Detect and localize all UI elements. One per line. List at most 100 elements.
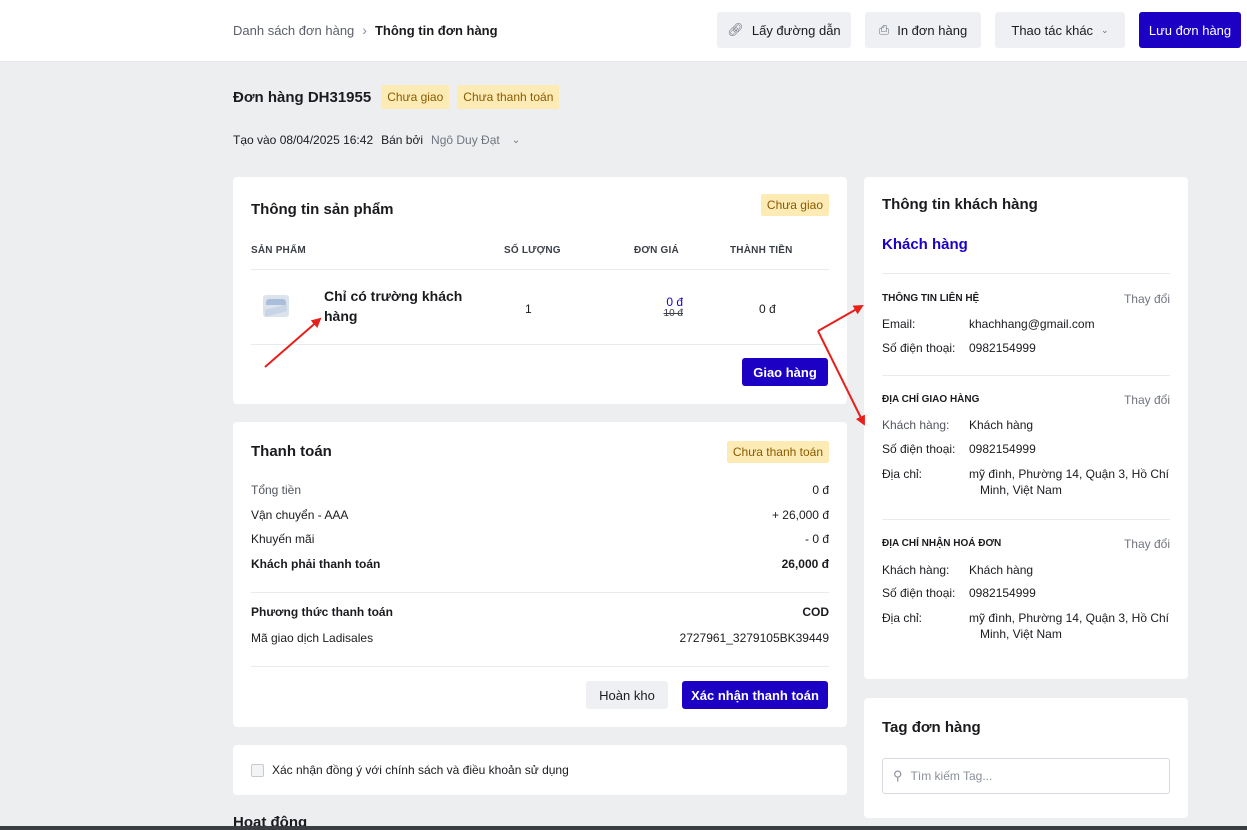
shipping-phone-value: 0982154999	[969, 442, 1036, 456]
search-icon: ⚲	[893, 768, 903, 783]
printer-icon: ⎙	[878, 22, 890, 37]
customer-name-link[interactable]: Khách hàng	[882, 236, 968, 253]
more-actions-label: Thao tác khác	[1011, 22, 1094, 38]
summary-value: + 26,000 đ	[771, 508, 829, 522]
product-card-title: Thông tin sản phẩm	[251, 201, 394, 218]
divider	[251, 269, 829, 270]
save-order-label: Lưu đơn hàng	[1148, 22, 1232, 38]
more-actions-dropdown[interactable]: Thao tác khác ⌄	[995, 12, 1125, 48]
billing-phone-value: 0982154999	[969, 586, 1036, 600]
product-status-badge: Chưa giao	[760, 194, 829, 216]
contact-phone-label: Số điện thoại:	[882, 341, 956, 355]
order-title: Đơn hàng DH31955	[233, 88, 372, 106]
print-order-label: In đơn hàng	[897, 22, 968, 38]
transaction-label: Mã giao dịch Ladisales	[251, 631, 374, 645]
transaction-value: 2727961_3279105BK39449	[679, 631, 829, 645]
shipping-customer-label: Khách hàng:	[882, 418, 950, 432]
col-total: THÀNH TIỀN	[730, 245, 793, 256]
created-at: Tạo vào 08/04/2025 16:42	[233, 133, 374, 147]
product-price: 0 đ	[666, 295, 683, 309]
terms-checkbox[interactable]	[251, 764, 264, 777]
link-icon: 🔗︎	[727, 22, 744, 37]
billing-customer-label: Khách hàng:	[882, 563, 950, 577]
tag-search-input[interactable]: ⚲ Tìm kiếm Tag...	[882, 758, 1170, 794]
divider	[251, 344, 829, 345]
customer-card-title: Thông tin khách hàng	[882, 196, 1038, 213]
summary-row: Vận chuyển - AAA + 26,000 đ	[251, 508, 829, 522]
payment-method-value: COD	[802, 605, 829, 619]
summary-value: 0 đ	[812, 483, 829, 497]
terms-label: Xác nhận đồng ý với chính sách và điều k…	[272, 763, 569, 777]
billing-address-line1: mỹ đình, Phường 14, Quận 3, Hồ Chí	[969, 611, 1170, 625]
top-bar: Danh sách đơn hàng › Thông tin đơn hàng …	[0, 0, 1247, 62]
sold-by-label: Bán bởi	[381, 133, 424, 147]
confirm-payment-button[interactable]: Xác nhận thanh toán	[682, 681, 828, 709]
shipping-customer-value: Khách hàng	[969, 418, 1034, 432]
chevron-down-icon[interactable]: ⌄	[512, 135, 520, 146]
summary-label: Khuyến mãi	[251, 532, 315, 546]
email-value: khachhang@gmail.com	[969, 317, 1095, 331]
breadcrumb-orders-link[interactable]: Danh sách đơn hàng	[233, 23, 354, 38]
change-shipping-link[interactable]: Thay đổi	[1124, 393, 1170, 407]
divider	[251, 666, 829, 667]
terms-card: Xác nhận đồng ý với chính sách và điều k…	[233, 745, 847, 795]
customer-info-card: Thông tin khách hàng Khách hàng THÔNG TI…	[864, 177, 1188, 679]
product-info-card: Thông tin sản phẩm Chưa giao SẢN PHẨM SỐ…	[233, 177, 847, 404]
shipping-phone-label: Số điện thoại:	[882, 442, 956, 456]
col-unit-price: ĐƠN GIÁ	[634, 245, 679, 256]
transaction-row: Mã giao dịch Ladisales 2727961_3279105BK…	[251, 631, 829, 645]
get-link-label: Lấy đường dẫn	[751, 22, 841, 38]
shipping-heading: ĐỊA CHỈ GIAO HÀNG	[882, 394, 980, 405]
product-qty: 1	[525, 302, 532, 316]
col-product: SẢN PHẨM	[251, 245, 306, 256]
deliver-button[interactable]: Giao hàng	[742, 358, 828, 386]
summary-row: Khuyến mãi - 0 đ	[251, 532, 829, 546]
summary-row: Tổng tiền 0 đ	[251, 483, 829, 497]
payment-method-row: Phương thức thanh toán COD	[251, 605, 829, 619]
summary-row: Khách phải thanh toán 26,000 đ	[251, 557, 829, 571]
payment-status-badge: Chưa thanh toán	[726, 441, 829, 463]
change-billing-link[interactable]: Thay đổi	[1124, 537, 1170, 551]
divider	[251, 592, 829, 593]
bottom-edge	[0, 826, 1247, 830]
billing-phone-label: Số điện thoại:	[882, 586, 956, 600]
summary-value: 26,000 đ	[781, 557, 829, 571]
image-placeholder-icon	[263, 295, 289, 317]
payment-card: Thanh toán Chưa thanh toán Tổng tiền 0 đ…	[233, 422, 847, 727]
product-old-price: 10 đ	[663, 308, 683, 319]
divider	[882, 519, 1170, 520]
chevron-down-icon: ⌄	[1101, 24, 1109, 35]
save-order-button[interactable]: Lưu đơn hàng	[1139, 12, 1241, 48]
billing-heading: ĐỊA CHỈ NHẬN HOÁ ĐƠN	[882, 538, 1002, 549]
delivery-status-badge: Chưa giao	[381, 85, 450, 109]
chevron-right-icon: ›	[362, 22, 367, 38]
contact-phone-value: 0982154999	[969, 341, 1036, 355]
restock-button[interactable]: Hoàn kho	[586, 681, 668, 709]
order-header: Đơn hàng DH31955 Chưa giao Chưa thanh to…	[233, 85, 560, 109]
shipping-address-line1: mỹ đình, Phường 14, Quận 3, Hồ Chí	[969, 467, 1170, 481]
order-tags-card: Tag đơn hàng ⚲ Tìm kiếm Tag...	[864, 698, 1188, 818]
payment-card-title: Thanh toán	[251, 443, 332, 460]
get-link-button[interactable]: 🔗︎ Lấy đường dẫn	[717, 12, 851, 48]
billing-address-line2: Minh, Việt Nam	[980, 627, 1062, 641]
product-name[interactable]: Chỉ có trường khách hàng	[324, 286, 474, 326]
contact-heading: THÔNG TIN LIÊN HỆ	[882, 293, 980, 304]
divider	[882, 375, 1170, 376]
divider	[882, 273, 1170, 274]
breadcrumb: Danh sách đơn hàng › Thông tin đơn hàng	[233, 22, 498, 38]
billing-address-label: Địa chỉ:	[882, 611, 923, 625]
order-meta: Tạo vào 08/04/2025 16:42 Bán bởi Ngô Duy…	[233, 133, 520, 147]
shipping-address-label: Địa chỉ:	[882, 467, 923, 481]
summary-label: Vận chuyển - AAA	[251, 508, 349, 522]
seller-name[interactable]: Ngô Duy Đạt	[431, 133, 500, 147]
summary-label: Khách phải thanh toán	[251, 557, 381, 571]
payment-status-badge: Chưa thanh toán	[457, 85, 560, 109]
product-line-total: 0 đ	[759, 302, 776, 316]
print-order-button[interactable]: ⎙ In đơn hàng	[865, 12, 981, 48]
billing-customer-value: Khách hàng	[969, 563, 1034, 577]
shipping-address-line2: Minh, Việt Nam	[980, 483, 1062, 497]
change-contact-link[interactable]: Thay đổi	[1124, 292, 1170, 306]
summary-value: - 0 đ	[804, 532, 829, 546]
col-quantity: SỐ LƯỢNG	[504, 245, 561, 256]
tag-search-placeholder: Tìm kiếm Tag...	[910, 769, 993, 783]
